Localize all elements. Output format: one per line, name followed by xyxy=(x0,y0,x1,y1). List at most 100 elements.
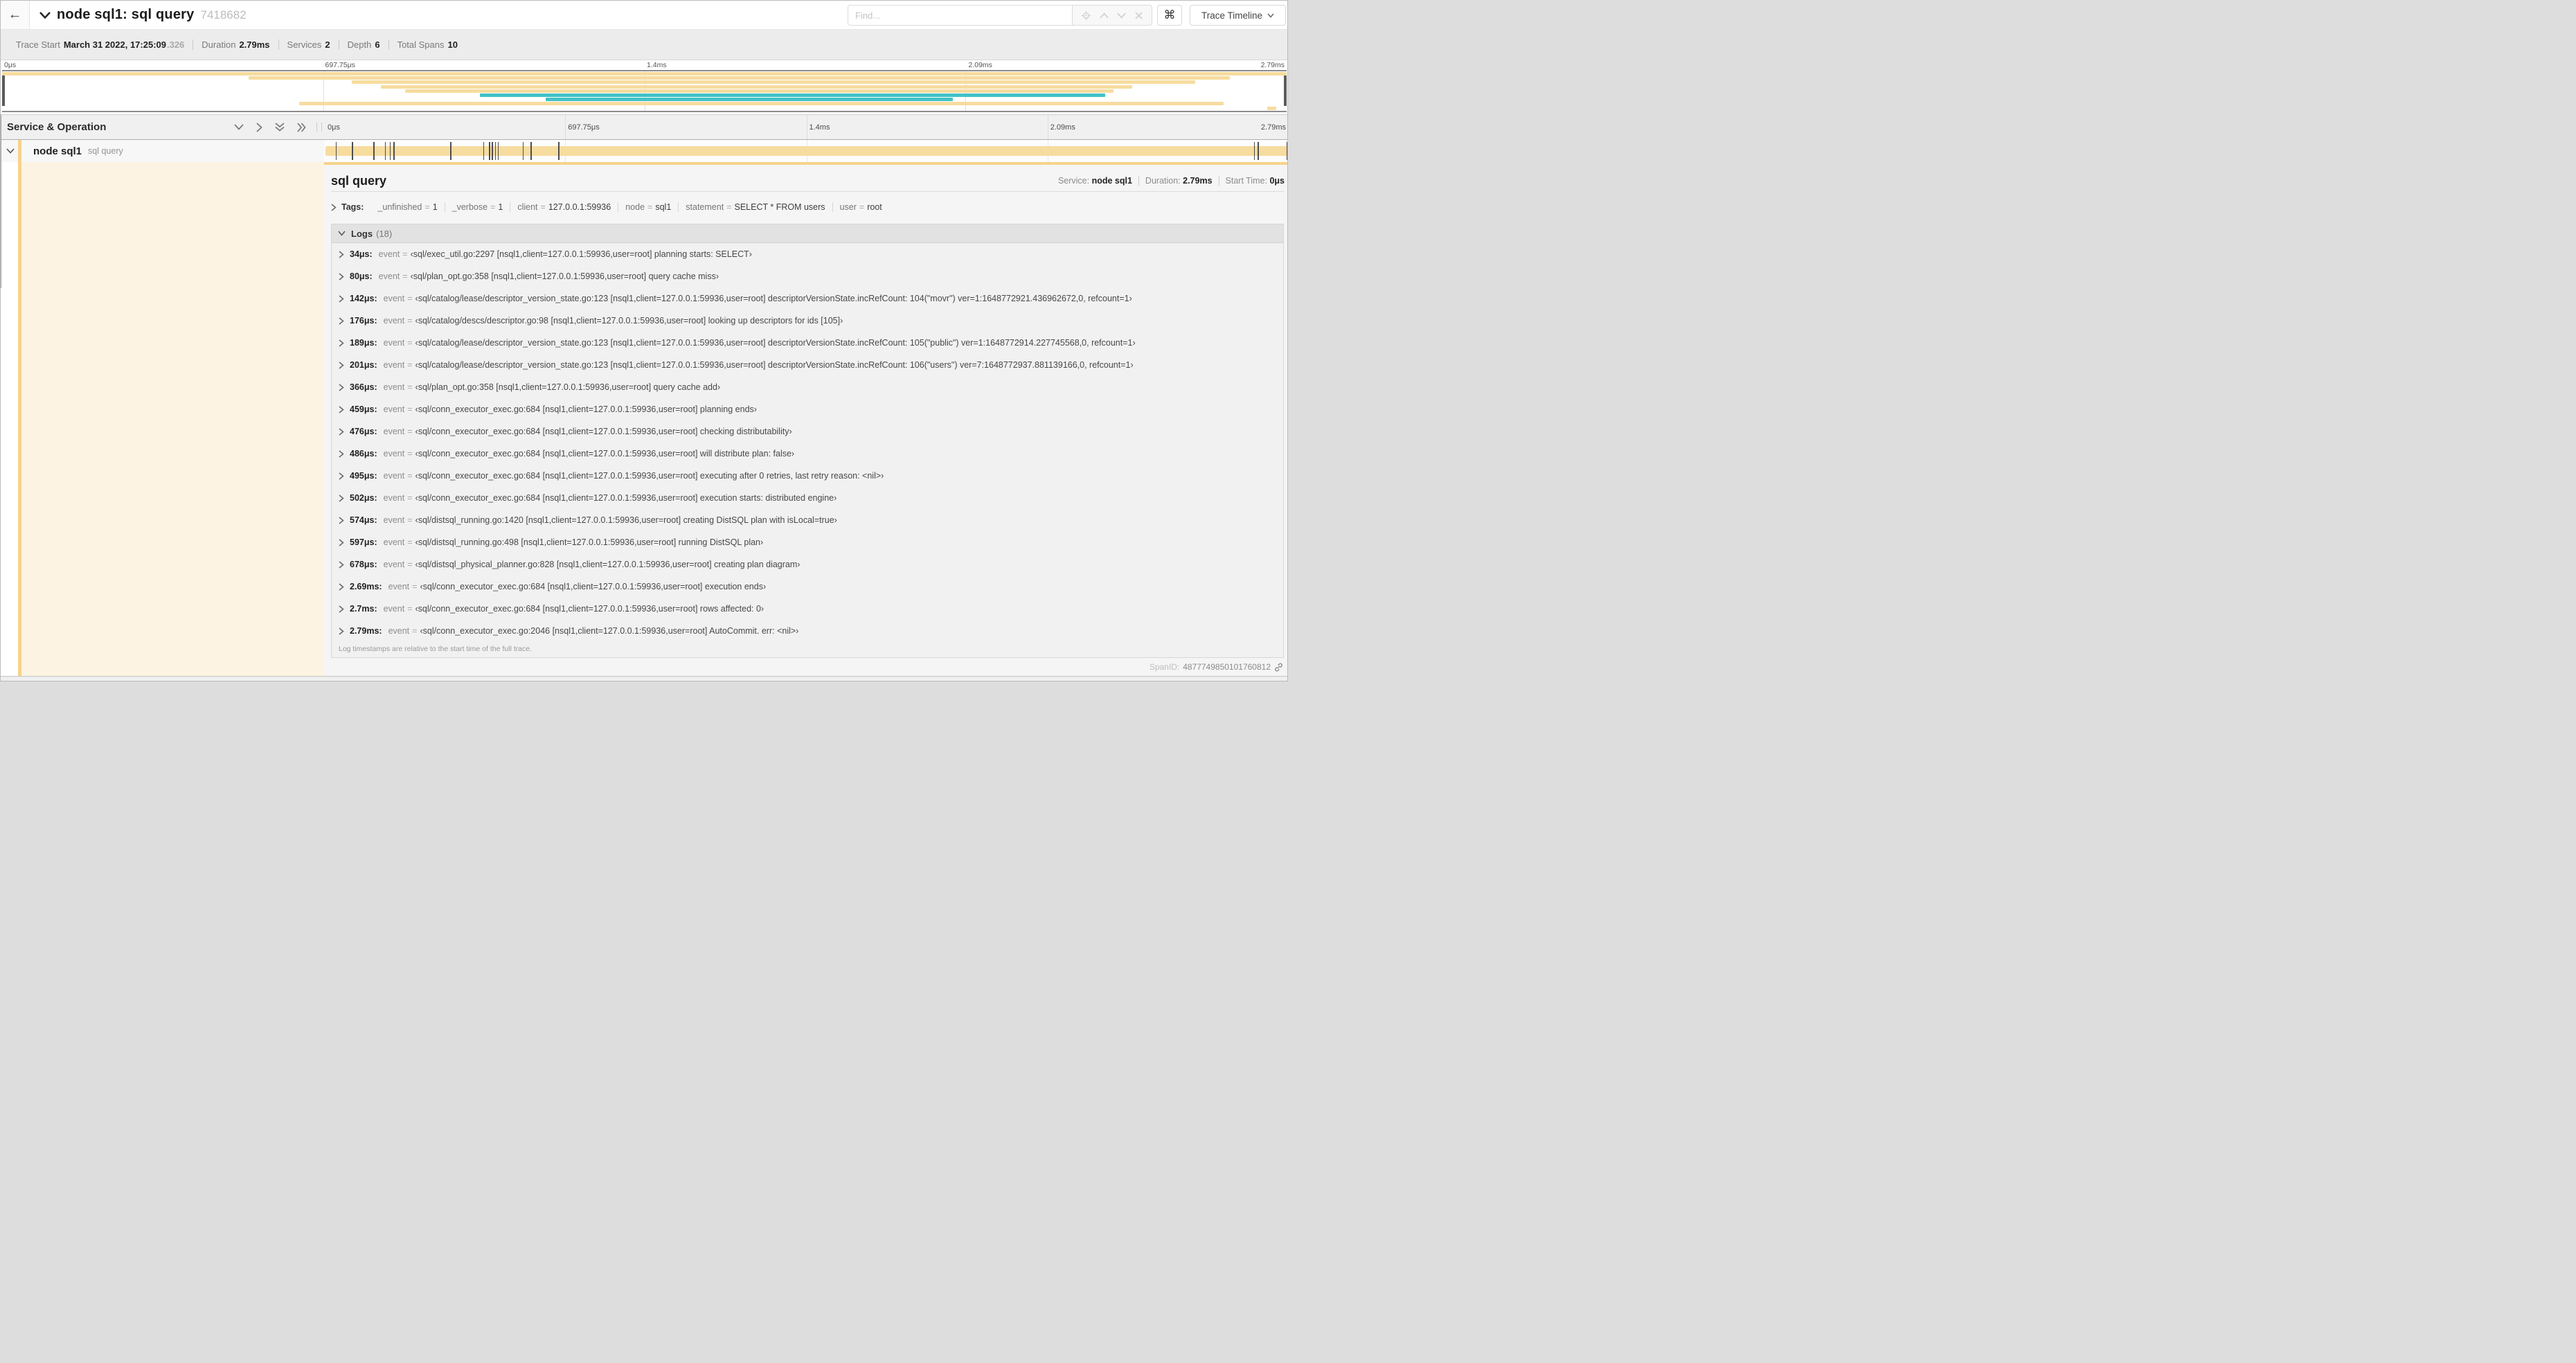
back-button[interactable]: ← xyxy=(1,1,30,29)
log-field-key: event xyxy=(383,338,405,348)
log-row[interactable]: 2.7ms: event = ‹sql/conn_executor_exec.go:6… xyxy=(332,598,1283,620)
chevron-right-icon xyxy=(331,203,337,211)
logs-footer-note: Log timestamps are relative to the start… xyxy=(339,645,532,653)
prev-result-icon[interactable] xyxy=(1099,12,1109,19)
log-time: 80μs: xyxy=(350,271,373,281)
log-marker-tick xyxy=(494,142,497,160)
chevron-right-icon xyxy=(339,294,344,303)
summary-item-label: Depth xyxy=(347,39,372,50)
minimap-span-bar xyxy=(480,93,1106,97)
minimap-span-bar xyxy=(2,72,1287,75)
log-time: 459μs: xyxy=(350,404,377,414)
minimap-right-handle[interactable] xyxy=(1284,75,1287,106)
log-row[interactable]: 189μs: event = ‹sql/catalog/lease/descripto… xyxy=(332,332,1283,354)
span-row-timeline[interactable] xyxy=(324,140,1287,162)
logs-accordion-header[interactable]: Logs (18) xyxy=(332,224,1283,243)
log-row[interactable]: 2.79ms: event = ‹sql/conn_executor_exec.go:… xyxy=(332,620,1283,642)
minimap-span-bar xyxy=(405,89,1113,93)
clear-search-icon[interactable] xyxy=(1135,11,1143,19)
log-row[interactable]: 201μs: event = ‹sql/catalog/lease/descripto… xyxy=(332,354,1283,376)
chevron-right-icon xyxy=(339,494,344,502)
tag-key: statement xyxy=(686,202,724,212)
log-row[interactable]: 80μs: event = ‹sql/plan_opt.go:358 [nsql1,c… xyxy=(332,265,1283,287)
log-field-key: event xyxy=(383,604,405,614)
ruler-tick-label: 0μs xyxy=(4,61,17,69)
link-icon[interactable] xyxy=(1274,663,1283,672)
timeline-ruler: 0μs 697.75μs 1.4ms 2.09ms 2.79ms xyxy=(324,115,1287,140)
log-row[interactable]: 678μs: event = ‹sql/distsql_physical_planne… xyxy=(332,553,1283,576)
log-row[interactable]: 2.69ms: event = ‹sql/conn_executor_exec.go:… xyxy=(332,576,1283,598)
log-equals: = xyxy=(412,582,418,591)
view-selector-button[interactable]: Trace Timeline xyxy=(1190,5,1286,26)
ruler-tick-label: 2.09ms xyxy=(1050,123,1075,132)
keyboard-shortcuts-button[interactable]: ⌘ xyxy=(1157,5,1182,26)
log-equals: = xyxy=(407,360,413,370)
span-operation-name: sql query xyxy=(88,146,123,156)
log-row[interactable]: 459μs: event = ‹sql/conn_executor_exec.go:6… xyxy=(332,398,1283,420)
summary-item: Total Spans 10 xyxy=(388,39,466,50)
trace-title-area[interactable]: node sql1: sql query 7418682 xyxy=(39,1,247,29)
minimap-span-bar xyxy=(1267,106,1277,110)
summary-item-label: Services xyxy=(287,39,322,50)
service-operation-title: Service & Operation xyxy=(7,121,107,133)
log-row[interactable]: 34μs: event = ‹sql/exec_util.go:2297 [nsql1… xyxy=(332,243,1283,265)
tag-value: 1 xyxy=(498,202,503,212)
chevron-down-icon[interactable] xyxy=(6,148,15,154)
summary-item-value: March 31 2022, 17:25:09 xyxy=(63,39,166,50)
log-marker-tick xyxy=(483,142,485,160)
collapse-all-icon[interactable] xyxy=(275,123,285,132)
log-row[interactable]: 176μs: event = ‹sql/catalog/descs/descripto… xyxy=(332,310,1283,332)
log-row[interactable]: 574μs: event = ‹sql/distsql_running.go:1420… xyxy=(332,509,1283,531)
log-row[interactable]: 476μs: event = ‹sql/conn_executor_exec.go:6… xyxy=(332,420,1283,443)
minimap-left-handle[interactable] xyxy=(2,75,5,106)
tag-value: root xyxy=(867,202,882,212)
span-row-service[interactable]: node sql1 sql query xyxy=(1,140,324,162)
span-duration-bar[interactable] xyxy=(325,146,1287,156)
span-id-row: SpanID: 4877749850101760812 xyxy=(1150,662,1283,672)
tag-key: node xyxy=(625,202,645,212)
log-row[interactable]: 486μs: event = ‹sql/conn_executor_exec.go:6… xyxy=(332,443,1283,465)
log-row[interactable]: 502μs: event = ‹sql/conn_executor_exec.go:6… xyxy=(332,487,1283,509)
chevron-right-icon xyxy=(339,317,344,325)
log-field-value: ‹sql/catalog/lease/descriptor_version_st… xyxy=(415,360,1134,370)
chevron-right-icon xyxy=(339,427,344,436)
span-color-strip xyxy=(18,140,21,162)
span-detail-panel: sql query Service: node sql1 Duration: 2.… xyxy=(324,165,1287,676)
log-equals: = xyxy=(407,316,413,326)
minimap-span-bar xyxy=(298,102,1224,106)
logs-list: 34μs: event = ‹sql/exec_util.go:2297 [nsql1… xyxy=(332,243,1283,642)
log-field-key: event xyxy=(378,249,400,259)
collapse-one-icon[interactable] xyxy=(234,124,244,130)
chevron-right-icon xyxy=(339,272,344,280)
tag-item: user = root xyxy=(832,202,889,212)
log-row[interactable]: 597μs: event = ‹sql/distsql_running.go:498 … xyxy=(332,531,1283,553)
ruler-tick-label: 0μs xyxy=(328,123,340,132)
summary-item-label: Trace Start xyxy=(16,39,60,50)
expand-all-icon[interactable] xyxy=(297,122,306,132)
tags-accordion[interactable]: Tags: _unfinished = 1 _verbose = 1 client = 127.… xyxy=(331,199,1285,215)
chevron-right-icon xyxy=(339,449,344,458)
span-detail-header: sql query Service: node sql1 Duration: 2.… xyxy=(331,170,1285,192)
expand-one-icon[interactable] xyxy=(256,122,262,132)
detail-meta-item: Start Time: 0μs xyxy=(1218,176,1285,186)
log-equals: = xyxy=(407,294,413,303)
log-time: 2.7ms: xyxy=(350,604,377,614)
expanded-span-column xyxy=(21,162,324,676)
find-input[interactable] xyxy=(848,5,1072,26)
tag-item: statement = SELECT * FROM users xyxy=(678,202,832,212)
tag-key: _unfinished xyxy=(377,202,422,212)
log-field-value: ‹sql/plan_opt.go:358 [nsql1,client=127.0… xyxy=(415,382,721,392)
log-row[interactable]: 495μs: event = ‹sql/conn_executor_exec.go:6… xyxy=(332,465,1283,487)
log-time: 189μs: xyxy=(350,338,377,348)
chevron-down-icon[interactable] xyxy=(39,11,51,19)
log-field-value: ‹sql/conn_executor_exec.go:684 [nsql1,cl… xyxy=(415,493,837,503)
next-result-icon[interactable] xyxy=(1117,12,1127,19)
log-equals: = xyxy=(407,338,413,348)
log-row[interactable]: 366μs: event = ‹sql/plan_opt.go:358 [nsql1,… xyxy=(332,376,1283,398)
log-field-key: event xyxy=(383,471,405,481)
column-resizer-grip[interactable] xyxy=(316,123,322,132)
locate-icon[interactable] xyxy=(1081,10,1091,20)
timeline-minimap[interactable] xyxy=(2,70,1287,112)
log-row[interactable]: 142μs: event = ‹sql/catalog/lease/descripto… xyxy=(332,287,1283,310)
ruler-tick-labels: 0μs 697.75μs 1.4ms 2.09ms 2.79ms xyxy=(324,123,1287,133)
